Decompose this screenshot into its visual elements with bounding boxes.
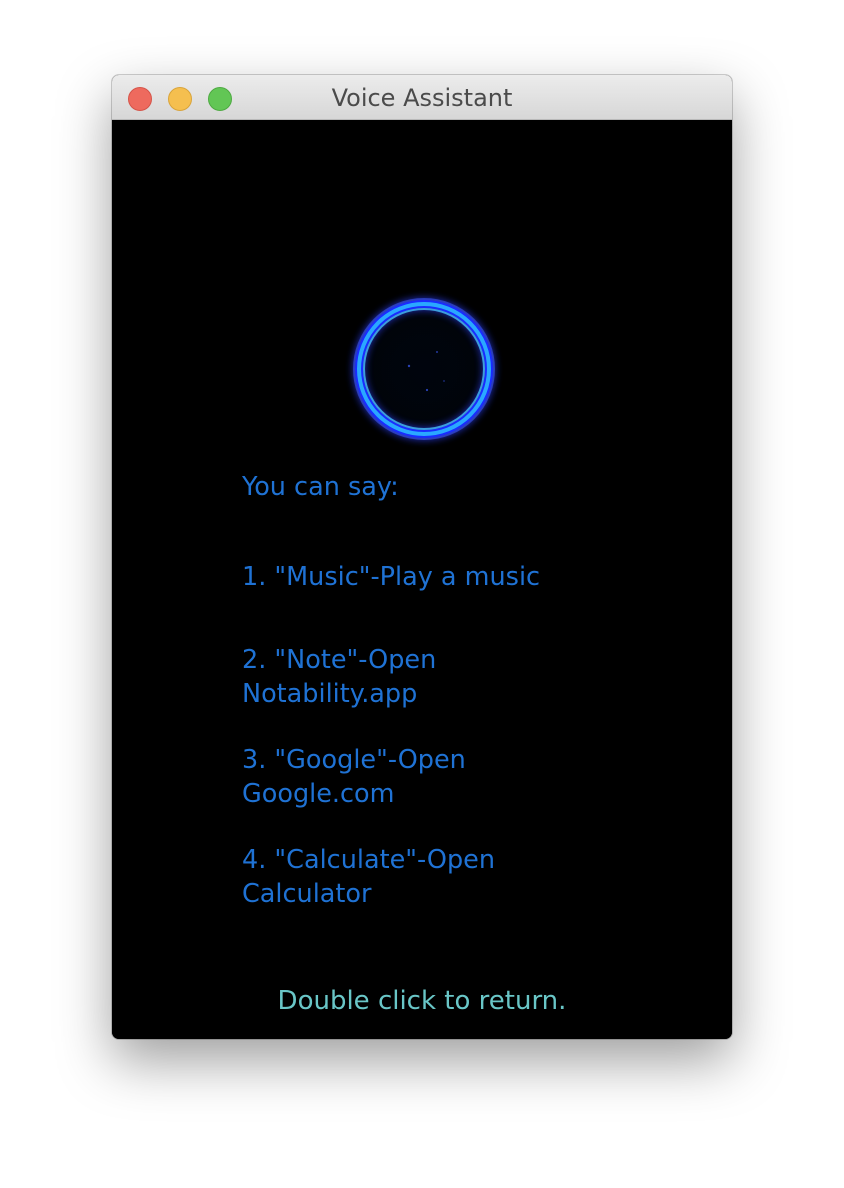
command-calculate-line-2: Calculator xyxy=(242,879,372,909)
command-google-line-1: 3. "Google"-Open xyxy=(242,745,466,775)
command-calculate-line-1: 4. "Calculate"-Open xyxy=(242,845,496,875)
voice-assistant-window: Voice Assistant You can say: 1. "Music"-… xyxy=(112,75,732,1039)
command-music: 1. "Music"-Play a music xyxy=(242,560,540,594)
command-note-line-1: 2. "Note"-Open xyxy=(242,645,437,675)
command-note: 2. "Note"-Open Notability.app xyxy=(242,643,436,711)
instructions-title: You can say: xyxy=(242,472,399,502)
assistant-content[interactable]: You can say: 1. "Music"-Play a music 2. … xyxy=(112,120,732,1039)
double-click-return-hint: Double click to return. xyxy=(277,986,567,1016)
voice-orb-icon xyxy=(342,287,506,451)
command-calculate: 4. "Calculate"-Open Calculator xyxy=(242,843,495,911)
window-title: Voice Assistant xyxy=(331,84,513,112)
command-google-line-2: Google.com xyxy=(242,779,395,809)
titlebar[interactable]: Voice Assistant xyxy=(112,75,732,120)
command-google: 3. "Google"-Open Google.com xyxy=(242,743,466,811)
command-music-text: 1. "Music"-Play a music xyxy=(242,562,541,592)
command-note-line-2: Notability.app xyxy=(242,679,418,709)
